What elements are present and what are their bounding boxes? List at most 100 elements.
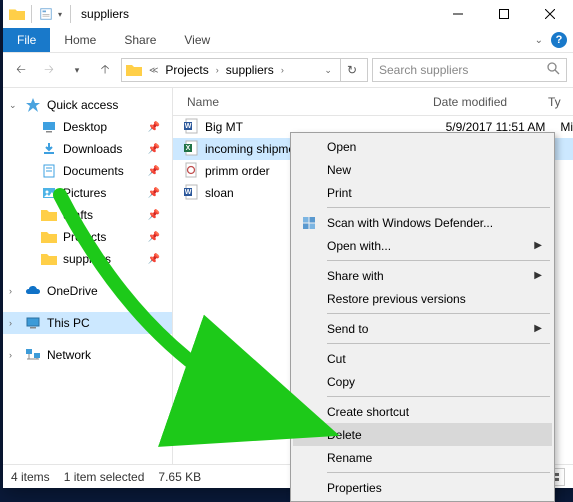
- menu-separator: [327, 260, 550, 261]
- history-dropdown[interactable]: ▾: [65, 58, 89, 82]
- maximize-button[interactable]: [481, 0, 527, 28]
- menu-item-label: Share with: [327, 269, 384, 283]
- menu-item-properties[interactable]: Properties: [293, 476, 552, 499]
- chevron-right-icon[interactable]: ›: [9, 286, 12, 296]
- svg-text:W: W: [185, 189, 192, 196]
- forward-button[interactable]: 🡢: [37, 58, 61, 82]
- downloads-icon: [41, 141, 57, 157]
- sidebar-item-label: Pictures: [63, 186, 106, 200]
- ribbon-tab-home[interactable]: Home: [50, 28, 110, 52]
- ribbon-tab-share[interactable]: Share: [110, 28, 170, 52]
- status-size: 7.65 KB: [158, 470, 201, 484]
- chevron-right-icon[interactable]: ›: [9, 350, 12, 360]
- chevron-right-icon[interactable]: ›: [213, 65, 222, 75]
- search-placeholder: Search suppliers: [379, 63, 468, 77]
- chevron-right-icon[interactable]: ›: [278, 65, 287, 75]
- sidebar-item-suppliers[interactable]: suppliers📌: [3, 248, 172, 270]
- folder-icon: [41, 207, 57, 223]
- sidebar-item-label: Projects: [63, 230, 106, 244]
- sidebar-quick-access[interactable]: ⌄ Quick access: [3, 94, 172, 116]
- column-header-name[interactable]: Name: [173, 95, 433, 109]
- sidebar-item-label: drafts: [63, 208, 93, 222]
- menu-item-print[interactable]: Print: [293, 181, 552, 204]
- menu-item-new[interactable]: New: [293, 158, 552, 181]
- menu-separator: [327, 343, 550, 344]
- ribbon-file-tab[interactable]: File: [3, 28, 50, 52]
- chevron-right-icon[interactable]: ≪: [146, 65, 161, 76]
- chevron-right-icon[interactable]: ›: [9, 318, 12, 328]
- navigation-bar: 🡠 🡢 ▾ 🡡 ≪ Projects › suppliers › ⌄ ↻ Sea…: [3, 53, 573, 88]
- sidebar-item-label: suppliers: [63, 252, 111, 266]
- word-file-icon: W: [183, 118, 199, 137]
- help-icon[interactable]: ?: [551, 32, 567, 48]
- address-dropdown-icon[interactable]: ⌄: [320, 65, 336, 76]
- file-type: Mi: [560, 120, 573, 134]
- up-button[interactable]: 🡡: [93, 58, 117, 82]
- this-pc-icon: [25, 315, 41, 331]
- defender-icon: [301, 215, 317, 231]
- menu-item-copy[interactable]: Copy: [293, 370, 552, 393]
- sidebar-network[interactable]: › Network: [3, 344, 172, 366]
- pin-icon: 📌: [148, 210, 160, 221]
- menu-item-label: Send to: [327, 322, 368, 336]
- column-header-type[interactable]: Ty: [548, 95, 573, 109]
- menu-item-open-with[interactable]: Open with...▶: [293, 234, 552, 257]
- breadcrumb[interactable]: Projects: [165, 63, 208, 77]
- sidebar-item-label: Desktop: [63, 120, 107, 134]
- menu-item-create-shortcut[interactable]: Create shortcut: [293, 400, 552, 423]
- chevron-right-icon: ▶: [534, 240, 542, 251]
- search-input[interactable]: Search suppliers: [372, 58, 567, 82]
- close-button[interactable]: [527, 0, 573, 28]
- menu-separator: [327, 313, 550, 314]
- column-header-date[interactable]: Date modified: [433, 95, 548, 109]
- refresh-button[interactable]: ↻: [340, 59, 363, 81]
- excel-file-icon: X: [183, 140, 199, 159]
- quick-access-icon: [25, 97, 41, 113]
- search-icon: [547, 62, 560, 78]
- address-bar[interactable]: ≪ Projects › suppliers › ⌄ ↻: [121, 58, 368, 82]
- sidebar-item-documents[interactable]: Documents📌: [3, 160, 172, 182]
- pin-icon: 📌: [148, 122, 160, 133]
- ribbon-expand-icon[interactable]: ⌄: [535, 35, 543, 46]
- sidebar-item-drafts[interactable]: drafts 📌: [3, 204, 172, 226]
- status-item-count: 4 items: [11, 470, 50, 484]
- menu-item-delete[interactable]: Delete: [293, 423, 552, 446]
- sidebar-item-pictures[interactable]: Pictures📌: [3, 182, 172, 204]
- breadcrumb[interactable]: suppliers: [226, 63, 274, 77]
- menu-item-label: Scan with Windows Defender...: [327, 216, 493, 230]
- menu-item-restore-previous-versions[interactable]: Restore previous versions: [293, 287, 552, 310]
- chevron-right-icon: ▶: [534, 323, 542, 334]
- sidebar-onedrive[interactable]: › OneDrive: [3, 280, 172, 302]
- sidebar-this-pc[interactable]: › This PC: [3, 312, 172, 334]
- sidebar-item-desktop[interactable]: Desktop 📌: [3, 116, 172, 138]
- menu-item-label: Properties: [327, 481, 382, 495]
- menu-item-label: Delete: [327, 428, 362, 442]
- sidebar-item-downloads[interactable]: Downloads📌: [3, 138, 172, 160]
- folder-icon: [41, 229, 57, 245]
- folder-icon: [41, 251, 57, 267]
- minimize-button[interactable]: [435, 0, 481, 28]
- menu-item-send-to[interactable]: Send to ▶: [293, 317, 552, 340]
- chevron-down-icon[interactable]: ⌄: [9, 100, 17, 111]
- menu-separator: [327, 396, 550, 397]
- menu-item-cut[interactable]: Cut: [293, 347, 552, 370]
- sidebar-item-projects[interactable]: Projects📌: [3, 226, 172, 248]
- titlebar: ▾ suppliers: [3, 0, 573, 28]
- menu-separator: [327, 472, 550, 473]
- menu-item-rename[interactable]: Rename: [293, 446, 552, 469]
- sidebar-item-label: Downloads: [63, 142, 122, 156]
- menu-item-open[interactable]: Open: [293, 135, 552, 158]
- menu-item-label: Rename: [327, 451, 372, 465]
- menu-item-label: Print: [327, 186, 352, 200]
- qat-dropdown-icon[interactable]: ▾: [56, 10, 64, 19]
- back-button[interactable]: 🡠: [9, 58, 33, 82]
- menu-item-label: Restore previous versions: [327, 292, 466, 306]
- menu-item-scan-with-windows-defender[interactable]: Scan with Windows Defender...: [293, 211, 552, 234]
- ribbon-tab-view[interactable]: View: [170, 28, 224, 52]
- status-selection: 1 item selected: [64, 470, 145, 484]
- onedrive-icon: [25, 283, 41, 299]
- menu-item-label: Open: [327, 140, 356, 154]
- qat-properties-icon[interactable]: [38, 6, 54, 22]
- menu-item-share-with[interactable]: Share with▶: [293, 264, 552, 287]
- window-folder-icon: [9, 6, 25, 22]
